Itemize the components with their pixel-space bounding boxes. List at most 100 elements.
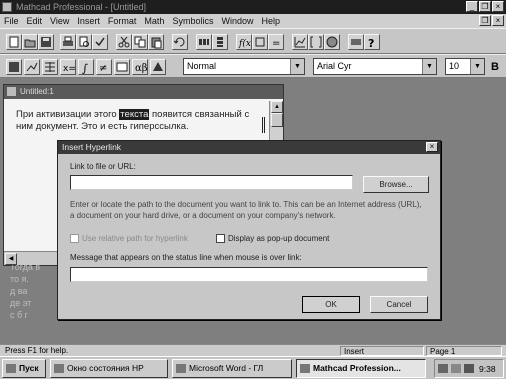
browse-button[interactable]: Browse...	[363, 176, 429, 193]
task-button-hp[interactable]: Окно состояния HP	[50, 359, 168, 378]
component-icon[interactable]	[348, 34, 364, 50]
link-label: Link to file or URL:	[70, 162, 136, 171]
start-button[interactable]: Пуск	[2, 359, 46, 378]
menu-edit[interactable]: Edit	[23, 14, 47, 28]
svg-text:?: ?	[368, 37, 374, 49]
instructions-text: Enter or locate the path to the document…	[70, 200, 422, 220]
symbolic-palette-icon[interactable]	[150, 59, 166, 75]
clock[interactable]: 9:38	[479, 363, 496, 375]
link-input[interactable]	[70, 175, 353, 190]
status-bar: Press F1 for help. Insert Page 1	[0, 344, 506, 356]
dialog-title: Insert Hyperlink	[62, 142, 122, 152]
open-icon[interactable]	[22, 34, 38, 50]
insert-matrix-icon[interactable]	[308, 34, 324, 50]
network-icon[interactable]	[464, 364, 474, 373]
paste-icon[interactable]	[148, 34, 164, 50]
dialog-close-button[interactable]: ×	[426, 142, 438, 152]
task-button-word[interactable]: Microsoft Word - ГЛ	[172, 359, 292, 378]
svg-text:≠: ≠	[99, 63, 107, 74]
message-label: Message that appears on the status line …	[70, 253, 302, 262]
spell-check-icon[interactable]	[92, 34, 108, 50]
menu-file[interactable]: File	[0, 14, 23, 28]
help-icon[interactable]: ?	[364, 34, 380, 50]
printer-icon	[54, 364, 64, 373]
menu-bar: File Edit View Insert Format Math Symbolics Win…	[0, 14, 506, 28]
keyboard-layout-icon[interactable]	[438, 364, 448, 373]
chevron-down-icon[interactable]: ▼	[470, 59, 484, 74]
align-across-icon[interactable]	[196, 34, 212, 50]
menu-insert[interactable]: Insert	[73, 14, 104, 28]
scroll-up-icon[interactable]: ▲	[271, 101, 283, 113]
graph-palette-icon[interactable]	[24, 59, 40, 75]
insert-function-icon[interactable]: f(x)	[236, 34, 252, 50]
relative-path-checkbox[interactable]	[70, 234, 79, 243]
calculus-palette-icon[interactable]: ∫	[78, 59, 94, 75]
cut-icon[interactable]	[116, 34, 132, 50]
message-input[interactable]	[70, 267, 428, 282]
matrix-palette-icon[interactable]	[42, 59, 58, 75]
svg-text:=: =	[272, 38, 280, 49]
menu-symbolics[interactable]: Symbolics	[168, 14, 217, 28]
app-icon[interactable]	[2, 2, 12, 12]
insert-unit-icon[interactable]	[252, 34, 268, 50]
doc-close-button[interactable]: ×	[492, 15, 504, 26]
svg-text:f(x): f(x)	[238, 38, 251, 49]
new-icon[interactable]	[6, 34, 22, 50]
text-region[interactable]: При активизации этого текста появится св…	[16, 109, 266, 133]
menu-help[interactable]: Help	[257, 14, 284, 28]
status-insert-mode: Insert	[340, 346, 424, 356]
insert-hyperlink-dialog: Insert Hyperlink × Link to file or URL: …	[57, 140, 441, 320]
chevron-down-icon[interactable]: ▼	[290, 59, 304, 74]
menu-view[interactable]: View	[46, 14, 73, 28]
task-label: Microsoft Word - ГЛ	[189, 363, 264, 373]
task-label: Окно состояния HP	[67, 363, 144, 373]
svg-text:x=: x=	[63, 64, 75, 74]
doc-restore-button[interactable]: ❐	[479, 15, 491, 26]
start-label: Пуск	[19, 363, 39, 373]
popup-checkbox[interactable]	[216, 234, 225, 243]
programming-palette-icon[interactable]	[114, 59, 130, 75]
scroll-left-icon[interactable]: ◀	[5, 253, 17, 265]
bold-button[interactable]: B	[491, 59, 505, 75]
chevron-down-icon[interactable]: ▼	[422, 59, 436, 74]
save-icon[interactable]	[38, 34, 54, 50]
taskbar: Пуск Окно состояния HP Microsoft Word - …	[0, 356, 506, 379]
ok-button[interactable]: OK	[302, 296, 360, 313]
selected-text[interactable]: текста	[119, 109, 150, 120]
close-button[interactable]: ×	[492, 1, 504, 12]
window-title-bar: Mathcad Professional - [Untitled]	[0, 0, 506, 14]
task-label: Mathcad Profession...	[313, 363, 401, 373]
task-button-mathcad[interactable]: Mathcad Profession...	[296, 359, 426, 378]
svg-text:αβ: αβ	[135, 63, 147, 74]
document-icon[interactable]	[7, 87, 16, 96]
windows-logo-icon	[6, 364, 16, 373]
maximize-button[interactable]: ❐	[479, 1, 491, 12]
cancel-button[interactable]: Cancel	[370, 296, 428, 313]
minimize-button[interactable]: _	[466, 1, 478, 12]
standard-toolbar: f(x) = ?	[0, 28, 506, 54]
align-down-icon[interactable]	[212, 34, 228, 50]
speaker-icon[interactable]	[451, 364, 461, 373]
menu-window[interactable]: Window	[217, 14, 257, 28]
evaluation-palette-icon[interactable]: x=	[60, 59, 76, 75]
boolean-palette-icon[interactable]: ≠	[96, 59, 112, 75]
resource-center-icon[interactable]	[324, 34, 340, 50]
greek-palette-icon[interactable]: αβ	[132, 59, 148, 75]
document-title: Untitled:1	[20, 87, 54, 96]
font-select[interactable]: Arial Cyr ▼	[313, 58, 437, 75]
print-icon[interactable]	[60, 34, 76, 50]
menu-math[interactable]: Math	[140, 14, 168, 28]
document-title-bar: Untitled:1	[4, 85, 283, 99]
font-size-select[interactable]: 10 ▼	[445, 58, 485, 75]
text-cursor	[262, 117, 265, 133]
undo-icon[interactable]	[172, 34, 188, 50]
scroll-thumb[interactable]	[271, 113, 283, 127]
menu-format[interactable]: Format	[104, 14, 141, 28]
print-preview-icon[interactable]	[76, 34, 92, 50]
calculate-icon[interactable]: =	[268, 34, 284, 50]
copy-icon[interactable]	[132, 34, 148, 50]
calculator-palette-icon[interactable]	[6, 59, 22, 75]
style-select[interactable]: Normal ▼	[183, 58, 305, 75]
insert-graph-icon[interactable]	[292, 34, 308, 50]
text-before: При активизации этого	[16, 109, 117, 120]
